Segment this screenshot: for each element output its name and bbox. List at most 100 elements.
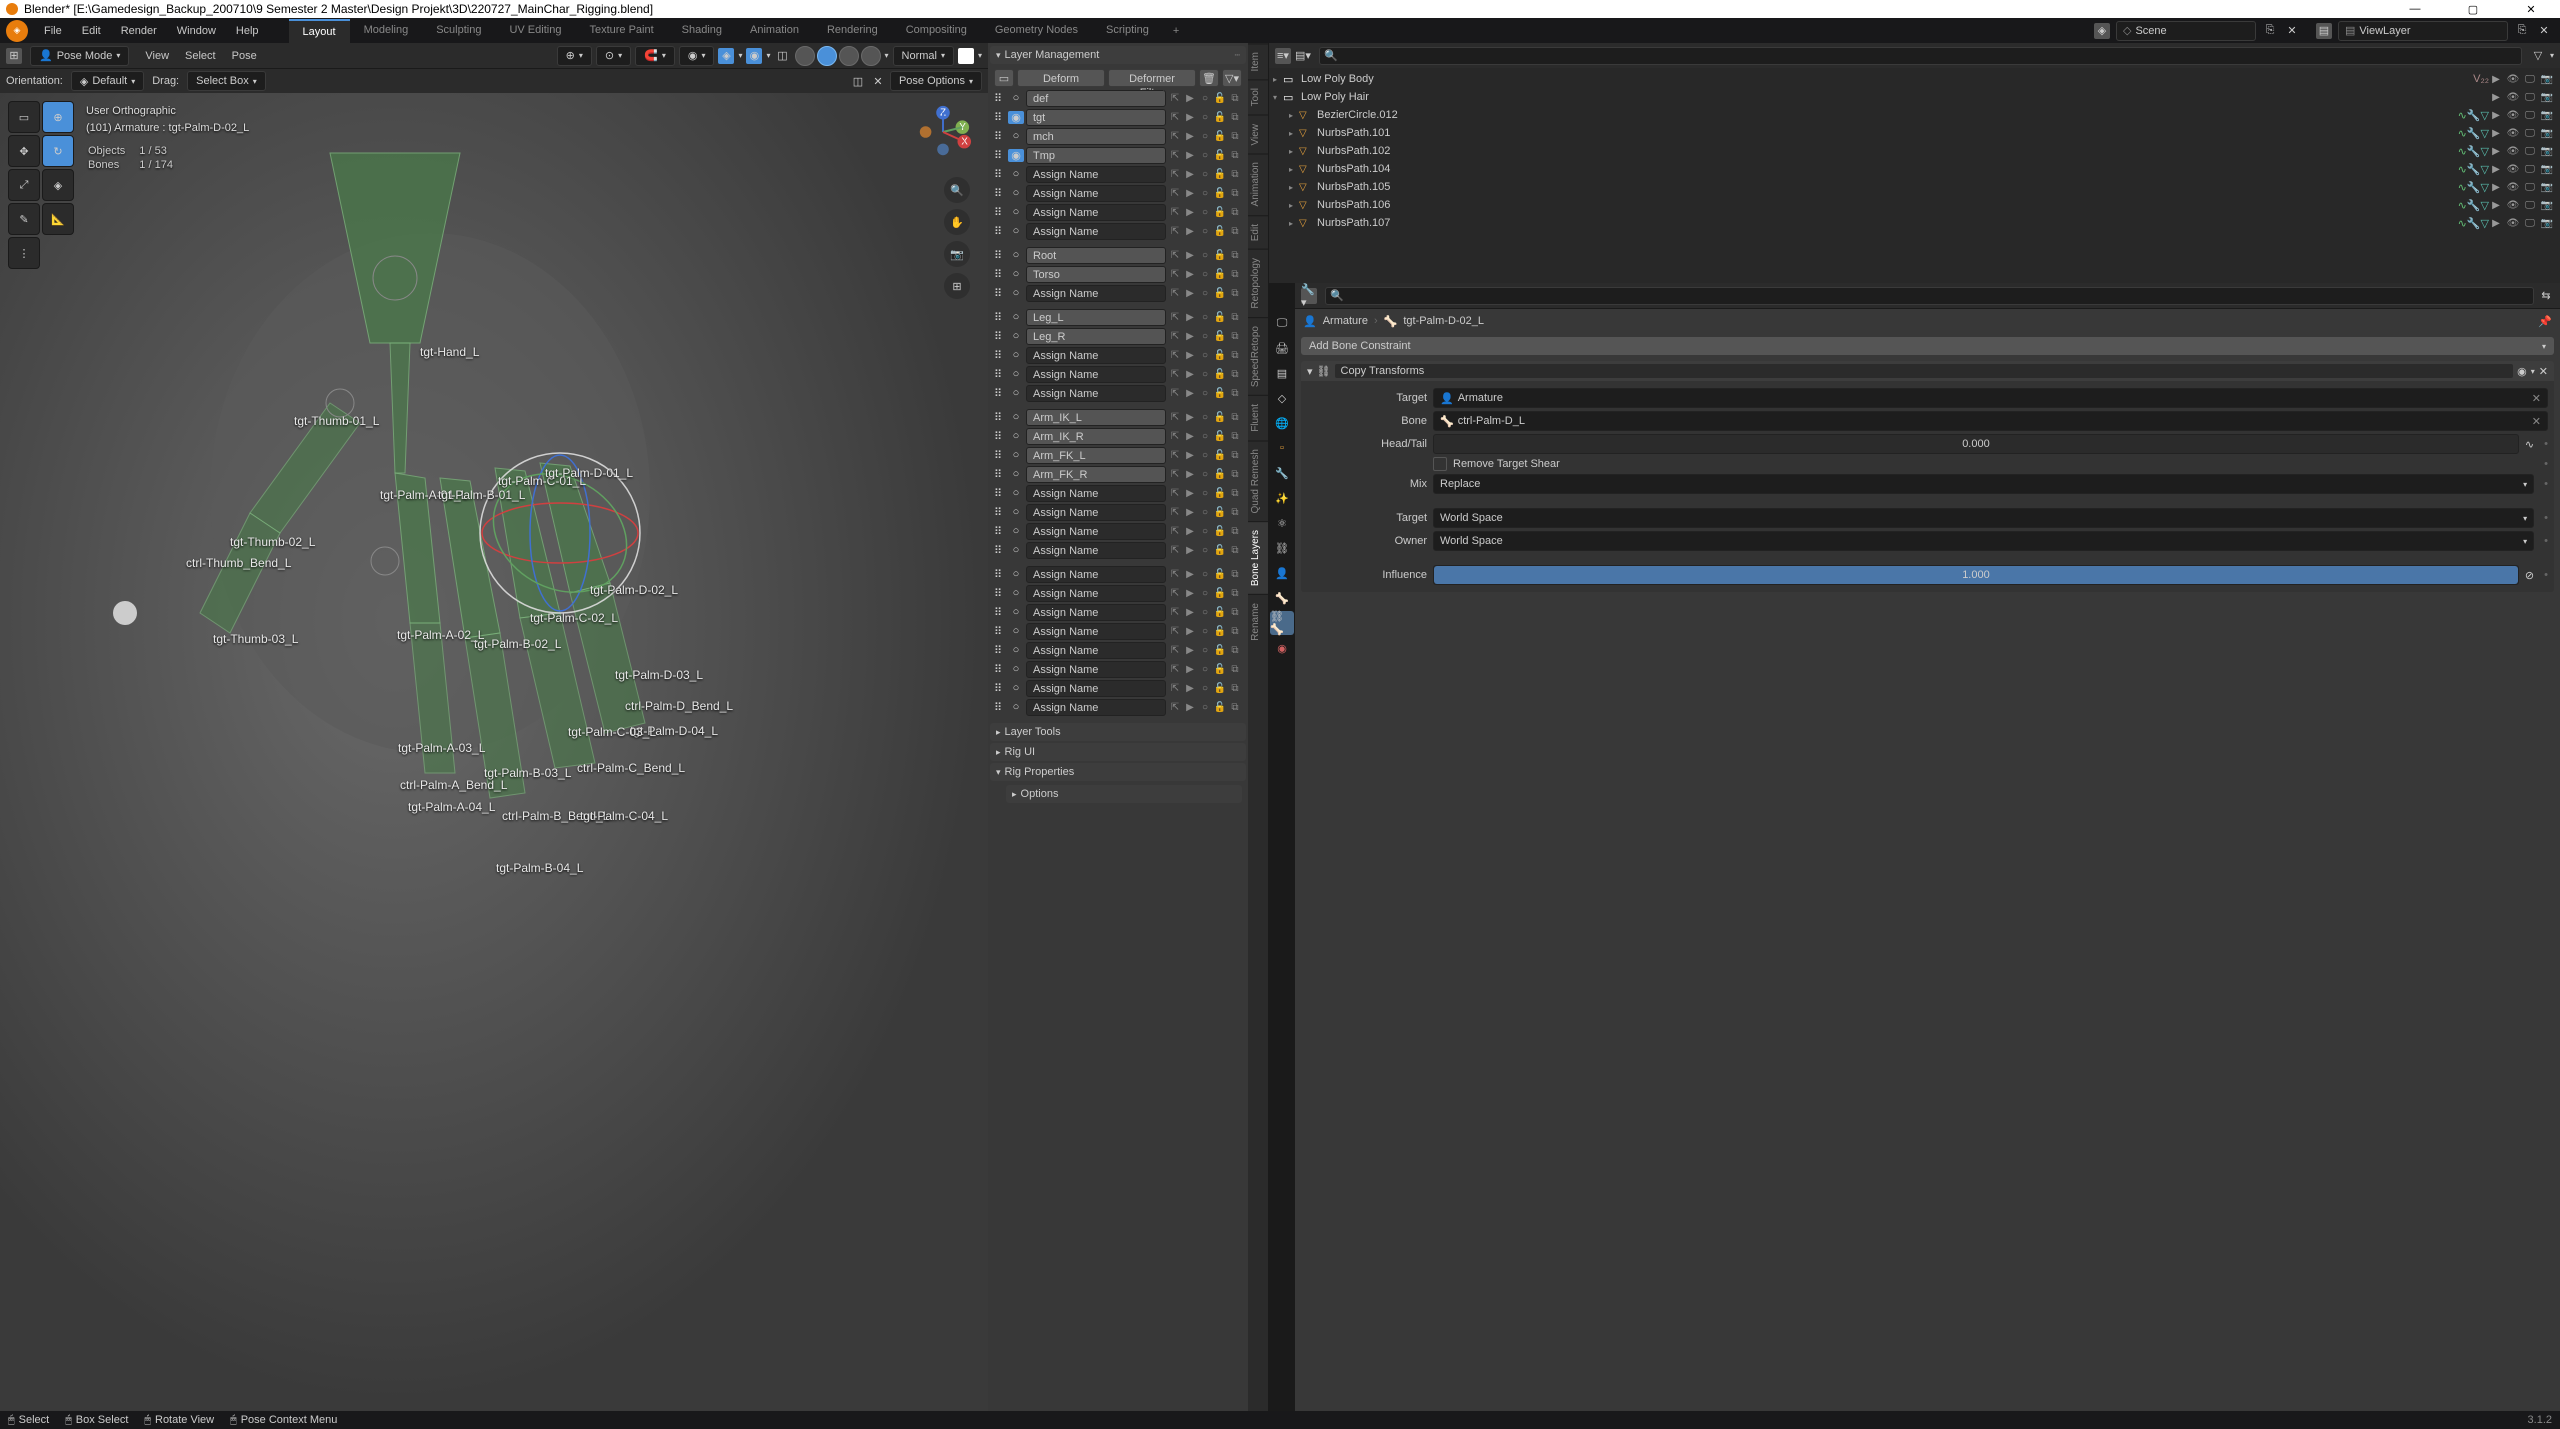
restrict-select-icon[interactable]: ▶	[2489, 182, 2503, 193]
visibility-toggle[interactable]: ○	[1008, 206, 1024, 218]
group-icon[interactable]: ⧉	[1228, 312, 1242, 323]
group-icon[interactable]: ⧉	[1228, 207, 1242, 218]
group-icon[interactable]: ⧉	[1228, 169, 1242, 180]
dot-icon[interactable]: ○	[1198, 369, 1212, 380]
ntab-tool[interactable]: Tool	[1248, 79, 1268, 114]
link-icon[interactable]: ⇱	[1168, 350, 1182, 361]
transform-orientation[interactable]: ⊕▾	[557, 46, 592, 66]
select-icon[interactable]: ▶	[1183, 488, 1197, 499]
eye-icon[interactable]: 👁	[2506, 110, 2520, 121]
tree-row[interactable]: ▸▽NurbsPath.106 ∿ 🔧 ▽▶👁🖵📷	[1269, 196, 2560, 214]
pin-icon[interactable]: 📌	[2538, 315, 2552, 328]
ntab-animation[interactable]: Animation	[1248, 153, 1268, 214]
lock-icon[interactable]: 🔓	[1213, 207, 1227, 218]
layer-tools-header[interactable]: ▸Layer Tools	[990, 723, 1246, 741]
link-icon[interactable]: ⇱	[1168, 664, 1182, 675]
layer-name-field[interactable]: Leg_R	[1026, 328, 1166, 345]
visibility-toggle[interactable]: ○	[1008, 430, 1024, 442]
overlay-toggle[interactable]: ◉	[746, 48, 762, 64]
influence-slider[interactable]: 1.000	[1433, 565, 2519, 585]
menu-window[interactable]: Window	[167, 20, 226, 42]
restrict-select-icon[interactable]: ▶	[2489, 110, 2503, 121]
dot-icon[interactable]: ○	[1198, 607, 1212, 618]
lock-icon[interactable]: 🔓	[1213, 150, 1227, 161]
lock-icon[interactable]: 🔓	[1213, 645, 1227, 656]
drag-handle-icon[interactable]: ⠿	[994, 225, 1006, 238]
viewlayer-tab[interactable]: ▤	[1270, 361, 1294, 385]
layer-management-header[interactable]: ▾Layer Management ┅	[990, 46, 1246, 64]
link-icon[interactable]: ⇱	[1168, 683, 1182, 694]
shading-dropdown[interactable]: Normal▾	[893, 46, 954, 66]
outliner-filter-icon[interactable]: ▽	[2530, 48, 2546, 64]
visibility-toggle[interactable]: ○	[1008, 330, 1024, 342]
lock-icon[interactable]: 🔓	[1213, 269, 1227, 280]
group-icon[interactable]: ⧉	[1228, 450, 1242, 461]
select-icon[interactable]: ▶	[1183, 312, 1197, 323]
select-icon[interactable]: ▶	[1183, 93, 1197, 104]
dot-icon[interactable]: ○	[1198, 569, 1212, 580]
render-vis-icon[interactable]: 📷	[2540, 200, 2554, 211]
select-icon[interactable]: ▶	[1183, 131, 1197, 142]
visibility-toggle[interactable]: ○	[1008, 387, 1024, 399]
anim-dot[interactable]: •	[2544, 438, 2548, 450]
influence-x[interactable]: ⊘	[2525, 569, 2534, 582]
add-workspace-button[interactable]: +	[1163, 20, 1189, 42]
link-icon[interactable]: ⇱	[1168, 545, 1182, 556]
headtail-field[interactable]: 0.000	[1433, 434, 2519, 454]
select-icon[interactable]: ▶	[1183, 664, 1197, 675]
drag-handle-icon[interactable]: ⠿	[994, 411, 1006, 424]
dot-icon[interactable]: ○	[1198, 250, 1212, 261]
dot-icon[interactable]: ○	[1198, 683, 1212, 694]
scene-tab[interactable]: ◇	[1270, 386, 1294, 410]
outliner-tree[interactable]: ▸▭Low Poly BodyV₂₂▶👁🖵📷▾▭Low Poly Hair▶👁🖵…	[1269, 68, 2560, 283]
group-icon[interactable]: ⧉	[1228, 250, 1242, 261]
group-icon[interactable]: ⧉	[1228, 288, 1242, 299]
workspace-geometry-nodes[interactable]: Geometry Nodes	[981, 19, 1092, 43]
render-vis-icon[interactable]: 📷	[2540, 110, 2554, 121]
viewlayer-browse-icon[interactable]: ▤	[2316, 23, 2332, 39]
drag-handle-icon[interactable]: ⠿	[994, 206, 1006, 219]
drag-handle-icon[interactable]: ⠿	[994, 449, 1006, 462]
drag-handle-icon[interactable]: ⠿	[994, 311, 1006, 324]
layer-name-field[interactable]: Assign Name	[1026, 523, 1166, 540]
select-icon[interactable]: ▶	[1183, 683, 1197, 694]
lock-icon[interactable]: 🔓	[1213, 388, 1227, 399]
link-icon[interactable]: ⇱	[1168, 507, 1182, 518]
dot-icon[interactable]: ○	[1198, 288, 1212, 299]
visibility-toggle[interactable]: ○	[1008, 468, 1024, 480]
select-icon[interactable]: ▶	[1183, 350, 1197, 361]
workspace-modeling[interactable]: Modeling	[350, 19, 423, 43]
workspace-texture-paint[interactable]: Texture Paint	[575, 19, 667, 43]
drag-handle-icon[interactable]: ⠿	[994, 92, 1006, 105]
drag-handle-icon[interactable]: ⠿	[994, 625, 1006, 638]
link-icon[interactable]: ⇱	[1168, 431, 1182, 442]
bone-tab[interactable]: 🦴	[1270, 586, 1294, 610]
drag-handle-icon[interactable]: ⠿	[994, 249, 1006, 262]
eye-icon[interactable]: 👁	[2506, 128, 2520, 139]
particles-tab[interactable]: ✨	[1270, 486, 1294, 510]
visibility-toggle[interactable]: ○	[1008, 682, 1024, 694]
visibility-toggle[interactable]: ○	[1008, 368, 1024, 380]
drag-handle-icon[interactable]: ⠿	[994, 644, 1006, 657]
viewport-canvas[interactable]: User Orthographic (101) Armature : tgt-P…	[0, 93, 988, 1411]
dot-icon[interactable]: ○	[1198, 188, 1212, 199]
link-icon[interactable]: ⇱	[1168, 188, 1182, 199]
group-icon[interactable]: ⧉	[1228, 488, 1242, 499]
link-icon[interactable]: ⇱	[1168, 250, 1182, 261]
drag-handle-icon[interactable]: ⠿	[994, 568, 1006, 581]
drag-handle-icon[interactable]: ⠿	[994, 663, 1006, 676]
armature-data-tab[interactable]: 👤	[1270, 561, 1294, 585]
select-icon[interactable]: ▶	[1183, 545, 1197, 556]
scene-new-button[interactable]: ⎘	[2262, 23, 2278, 39]
layer-name-field[interactable]: Assign Name	[1026, 585, 1166, 602]
layer-name-field[interactable]: Assign Name	[1026, 385, 1166, 402]
select-icon[interactable]: ▶	[1183, 288, 1197, 299]
dot-icon[interactable]: ○	[1198, 645, 1212, 656]
menu-file[interactable]: File	[34, 20, 72, 42]
viewlayer-delete-button[interactable]: ✕	[2536, 23, 2552, 39]
x-btn[interactable]: ✕	[870, 73, 886, 89]
group-icon[interactable]: ⧉	[1228, 93, 1242, 104]
layer-name-field[interactable]: Tmp	[1026, 147, 1166, 164]
lock-icon[interactable]: 🔓	[1213, 626, 1227, 637]
gizmo-toggle[interactable]: ◈	[718, 48, 734, 64]
